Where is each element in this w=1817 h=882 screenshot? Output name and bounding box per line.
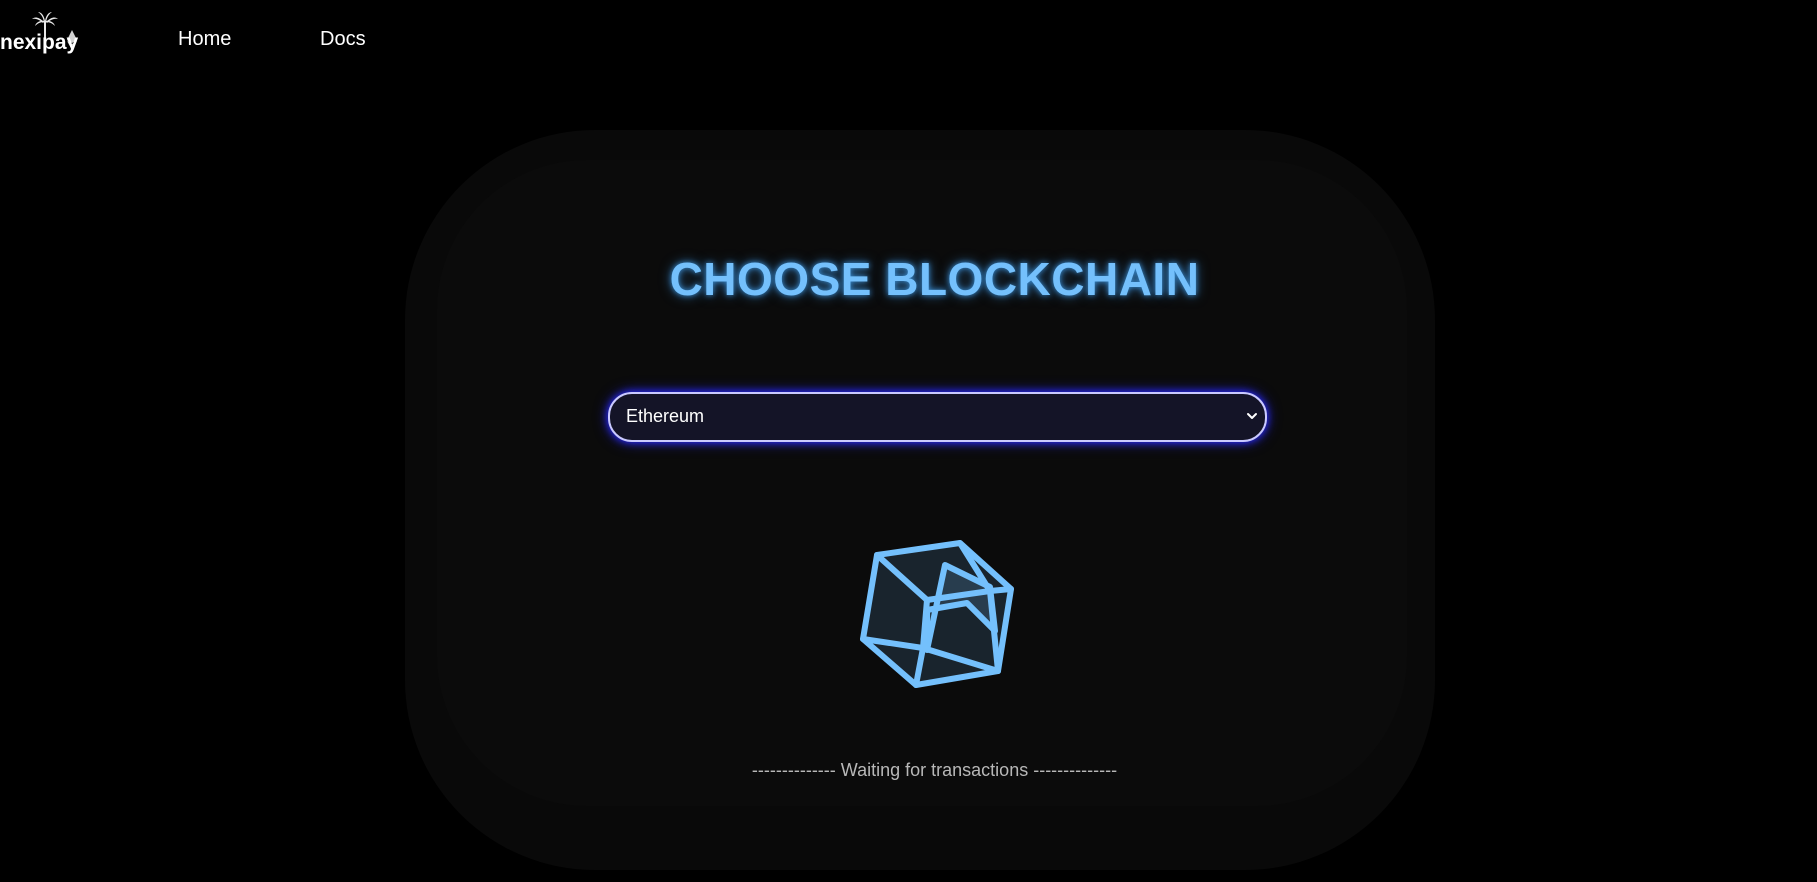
nav-docs-link[interactable]: Docs xyxy=(320,28,366,51)
waiting-status-text: -------------- Waiting for transactions … xyxy=(751,760,1118,780)
logo-text: nexipay xyxy=(0,31,79,54)
cube-icon xyxy=(855,535,1015,695)
navbar: nexipay Home Docs xyxy=(0,0,1817,80)
logo-icon: nexipay xyxy=(0,12,79,54)
logo[interactable]: nexipay xyxy=(0,10,95,60)
page-title: CHOOSE BLOCKCHAIN xyxy=(669,253,1200,305)
nav-home-link[interactable]: Home xyxy=(178,28,231,51)
blockchain-select[interactable]: Ethereum xyxy=(608,392,1267,442)
chevron-down-icon xyxy=(1245,409,1259,423)
blockchain-select-value: Ethereum xyxy=(626,406,705,426)
